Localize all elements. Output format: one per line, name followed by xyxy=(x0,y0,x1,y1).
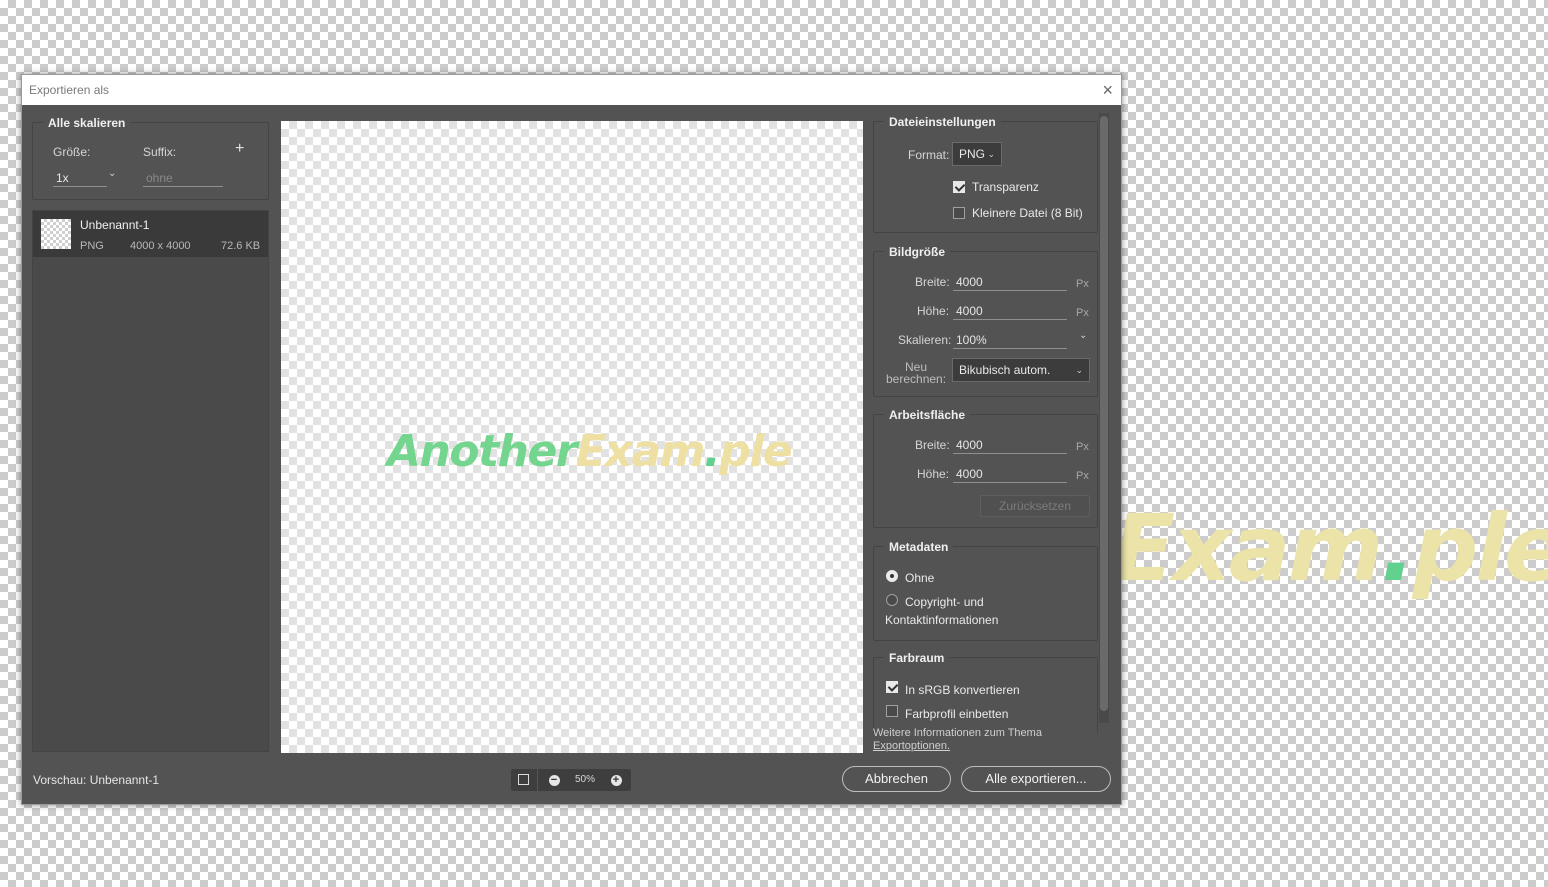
suffix-label: Suffix: xyxy=(143,145,177,159)
asset-dimensions: 4000 x 4000 xyxy=(130,240,191,252)
zoom-in-icon[interactable]: + xyxy=(605,769,627,791)
asset-item[interactable]: Unbenannt-1 PNG 4000 x 4000 72.6 KB xyxy=(33,211,268,257)
zoom-bar: − 50% + xyxy=(511,769,631,791)
canvas-width-unit: Px xyxy=(1076,441,1089,453)
metadata-group: Metadaten Ohne Copyright- und Kontaktinf… xyxy=(873,540,1098,641)
dialog-title: Exportieren als xyxy=(29,83,110,97)
size-chevron-down-icon[interactable]: ⌄ xyxy=(108,168,116,179)
metadata-copyright-label-line1: Copyright- und xyxy=(905,595,984,609)
color-space-group: Farbraum In sRGB konvertieren Farbprofil… xyxy=(873,651,1098,733)
canvas-height-label: Höhe: xyxy=(917,467,950,481)
image-width-unit: Px xyxy=(1076,278,1089,290)
metadata-none-label: Ohne xyxy=(905,571,935,585)
transparency-label: Transparenz xyxy=(972,180,1039,194)
scrollbar-thumb[interactable] xyxy=(1100,116,1108,711)
size-select[interactable]: 1x xyxy=(53,169,107,187)
resample-label-line2: berechnen: xyxy=(886,372,947,386)
asset-list: Unbenannt-1 PNG 4000 x 4000 72.6 KB xyxy=(32,210,269,752)
more-info: Weitere Informationen zum Thema Exportop… xyxy=(873,727,1042,753)
smaller-file-label: Kleinere Datei (8 Bit) xyxy=(972,206,1083,220)
image-width-input[interactable]: 4000 xyxy=(953,273,1067,291)
convert-srgb-checkbox[interactable] xyxy=(886,681,898,693)
resample-select[interactable]: Bikubisch autom. ⌄ xyxy=(952,358,1090,382)
asset-format: PNG xyxy=(80,240,104,252)
metadata-none-radio[interactable] xyxy=(886,570,898,582)
zoom-value: 50% xyxy=(574,774,595,785)
preview-canvas[interactable]: AnotherExam.ple xyxy=(281,121,863,753)
metadata-copyright-label-line2: Kontaktinformationen xyxy=(885,613,999,627)
preview-logo: AnotherExam.ple xyxy=(387,426,793,477)
metadata-copyright-radio[interactable] xyxy=(886,594,898,606)
embed-profile-label: Farbprofil einbetten xyxy=(905,707,1009,721)
cancel-button[interactable]: Abbrechen xyxy=(842,766,951,792)
dialog-titlebar: Exportieren als × xyxy=(22,75,1121,105)
image-height-label: Höhe: xyxy=(917,304,950,318)
format-chevron-down-icon: ⌄ xyxy=(987,149,995,159)
asset-filesize: 72.6 KB xyxy=(221,240,261,252)
canvas-width-input[interactable]: 4000 xyxy=(953,436,1067,454)
color-space-title: Farbraum xyxy=(884,651,950,665)
file-settings-group: Dateieinstellungen Format: PNG ⌄ Transpa… xyxy=(873,115,1098,233)
canvas-height-unit: Px xyxy=(1076,470,1089,482)
left-panel: Alle skalieren Größe: Suffix: + 1x ⌄ Unb… xyxy=(32,116,269,752)
scale-input[interactable]: 100% xyxy=(953,331,1067,349)
embed-profile-checkbox[interactable] xyxy=(886,705,898,717)
convert-srgb-label: In sRGB konvertieren xyxy=(905,683,1020,697)
image-size-group: Bildgröße Breite: 4000 Px Höhe: 4000 Px … xyxy=(873,245,1098,397)
scale-all-title: Alle skalieren xyxy=(43,116,131,130)
zoom-out-icon[interactable]: − xyxy=(543,769,565,791)
canvas-height-input[interactable]: 4000 xyxy=(953,465,1067,483)
more-info-text: Weitere Informationen zum Thema xyxy=(873,727,1042,739)
export-options-link[interactable]: Exportoptionen. xyxy=(873,740,1042,753)
reset-button[interactable]: Zurücksetzen xyxy=(980,495,1090,517)
scale-chevron-down-icon[interactable]: ⌄ xyxy=(1079,330,1087,341)
export-dialog: Exportieren als × Alle skalieren Größe: … xyxy=(21,74,1122,805)
right-panel-scrollbar[interactable] xyxy=(1099,113,1109,723)
metadata-title: Metadaten xyxy=(884,540,954,554)
fit-to-view-icon[interactable] xyxy=(511,769,538,791)
add-scale-icon[interactable]: + xyxy=(235,140,244,158)
asset-name: Unbenannt-1 xyxy=(80,218,150,232)
preview-label: Vorschau: Unbenannt-1 xyxy=(33,773,160,787)
scale-label: Skalieren: xyxy=(898,333,952,347)
background-logo: rExam.ple xyxy=(1070,495,1548,602)
size-label: Größe: xyxy=(53,145,91,159)
format-label: Format: xyxy=(908,148,950,162)
transparency-checkbox[interactable] xyxy=(953,181,965,193)
canvas-size-group: Arbeitsfläche Breite: 4000 Px Höhe: 4000… xyxy=(873,408,1098,528)
file-settings-title: Dateieinstellungen xyxy=(884,115,1001,129)
smaller-file-checkbox[interactable] xyxy=(953,207,965,219)
canvas-width-label: Breite: xyxy=(915,438,950,452)
resample-chevron-down-icon: ⌄ xyxy=(1075,365,1083,375)
format-select[interactable]: PNG ⌄ xyxy=(952,142,1002,166)
asset-thumbnail xyxy=(41,219,71,249)
image-height-unit: Px xyxy=(1076,307,1089,319)
right-panel: Dateieinstellungen Format: PNG ⌄ Transpa… xyxy=(873,113,1111,733)
export-all-button[interactable]: Alle exportieren... xyxy=(961,766,1111,792)
image-height-input[interactable]: 4000 xyxy=(953,302,1067,320)
image-size-title: Bildgröße xyxy=(884,245,950,259)
scale-all-group: Alle skalieren Größe: Suffix: + 1x ⌄ xyxy=(32,116,269,200)
close-icon[interactable]: × xyxy=(1102,75,1113,105)
suffix-input[interactable] xyxy=(143,169,223,187)
image-width-label: Breite: xyxy=(915,275,950,289)
canvas-size-title: Arbeitsfläche xyxy=(884,408,971,422)
